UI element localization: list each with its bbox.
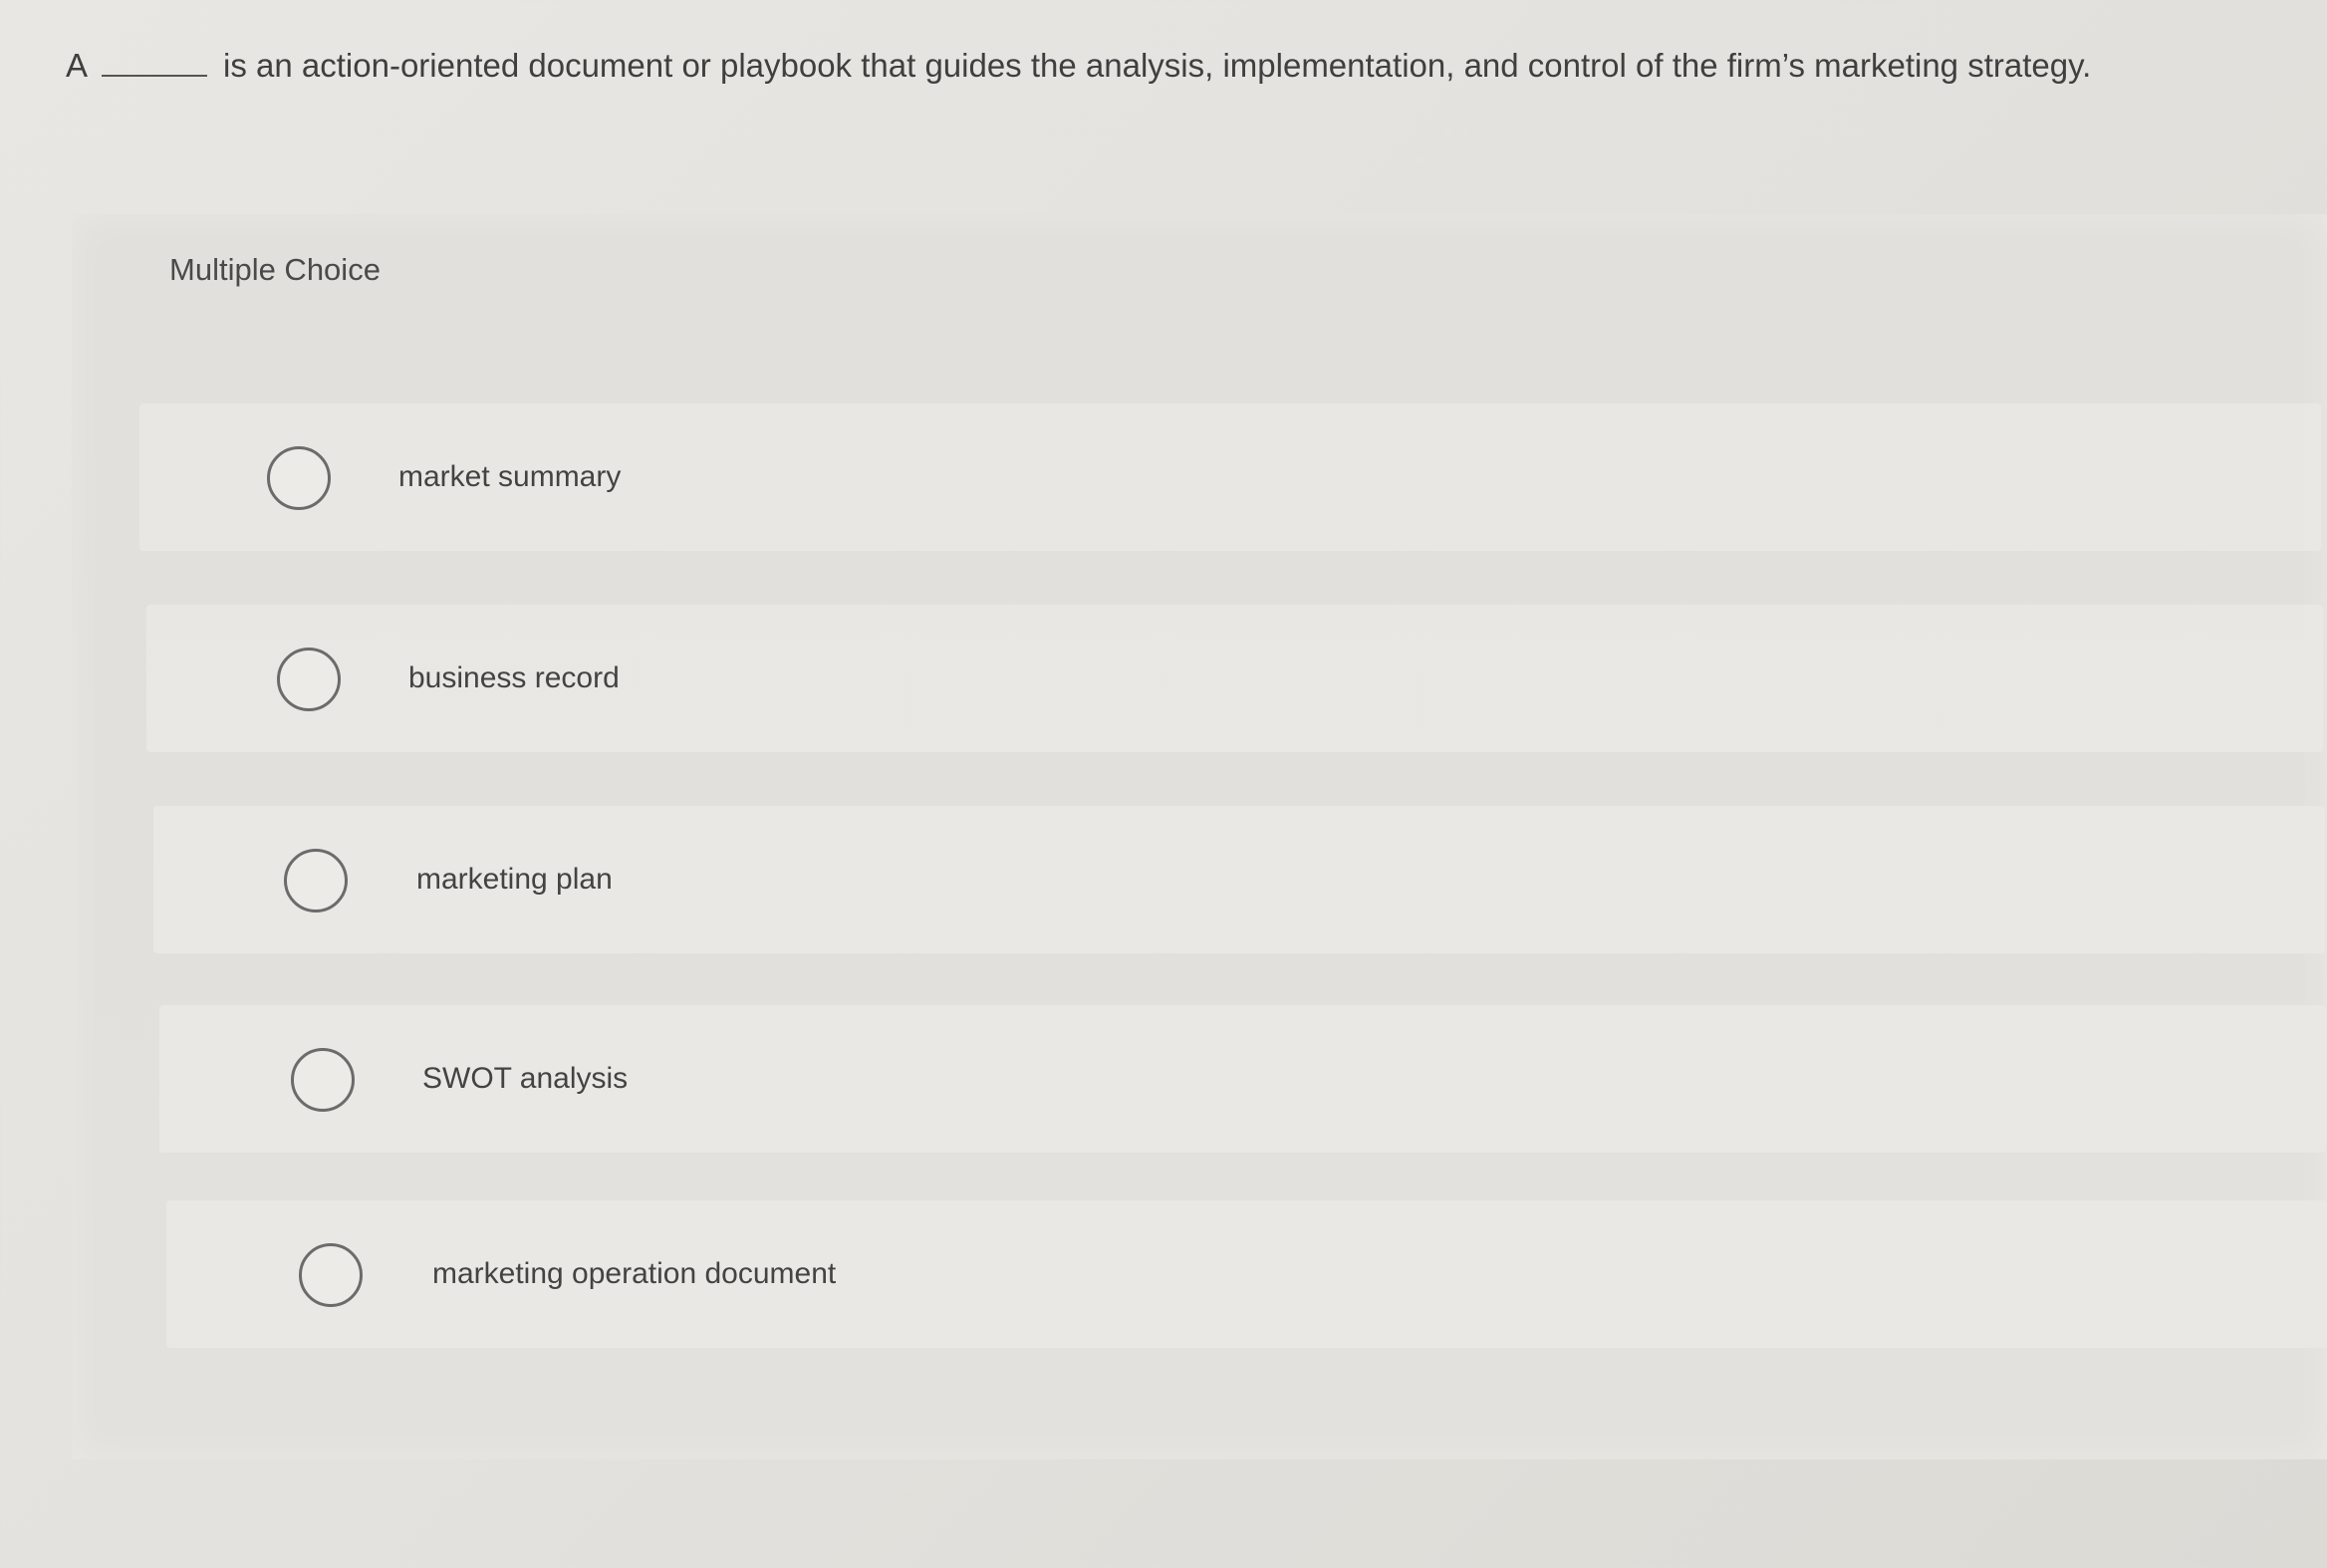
choice-option-1[interactable]: market summary bbox=[139, 403, 2321, 551]
answer-blank bbox=[102, 45, 208, 77]
choice-label: market summary bbox=[398, 460, 622, 493]
question-text: Ais an action-oriented document or playb… bbox=[66, 44, 2297, 88]
radio-button-icon[interactable] bbox=[267, 446, 331, 510]
radio-button-icon[interactable] bbox=[284, 849, 348, 913]
choice-label: marketing operation document bbox=[432, 1257, 837, 1290]
radio-button-icon[interactable] bbox=[291, 1048, 355, 1112]
multiple-choice-panel: Multiple Choice market summary business … bbox=[72, 214, 2327, 1459]
radio-button-icon[interactable] bbox=[299, 1243, 363, 1307]
choice-option-2[interactable]: business record bbox=[146, 605, 2323, 752]
choice-option-3[interactable]: marketing plan bbox=[153, 806, 2325, 953]
question-type-label: Multiple Choice bbox=[169, 252, 381, 287]
question-article: A bbox=[66, 47, 89, 84]
choice-option-4[interactable]: SWOT analysis bbox=[159, 1005, 2326, 1153]
question-stem: is an action-oriented document or playbo… bbox=[223, 47, 2092, 84]
radio-button-icon[interactable] bbox=[277, 648, 341, 711]
choice-label: marketing plan bbox=[416, 863, 613, 896]
choice-label: SWOT analysis bbox=[422, 1062, 629, 1095]
choice-option-5[interactable]: marketing operation document bbox=[166, 1200, 2327, 1348]
choice-label: business record bbox=[408, 661, 620, 694]
